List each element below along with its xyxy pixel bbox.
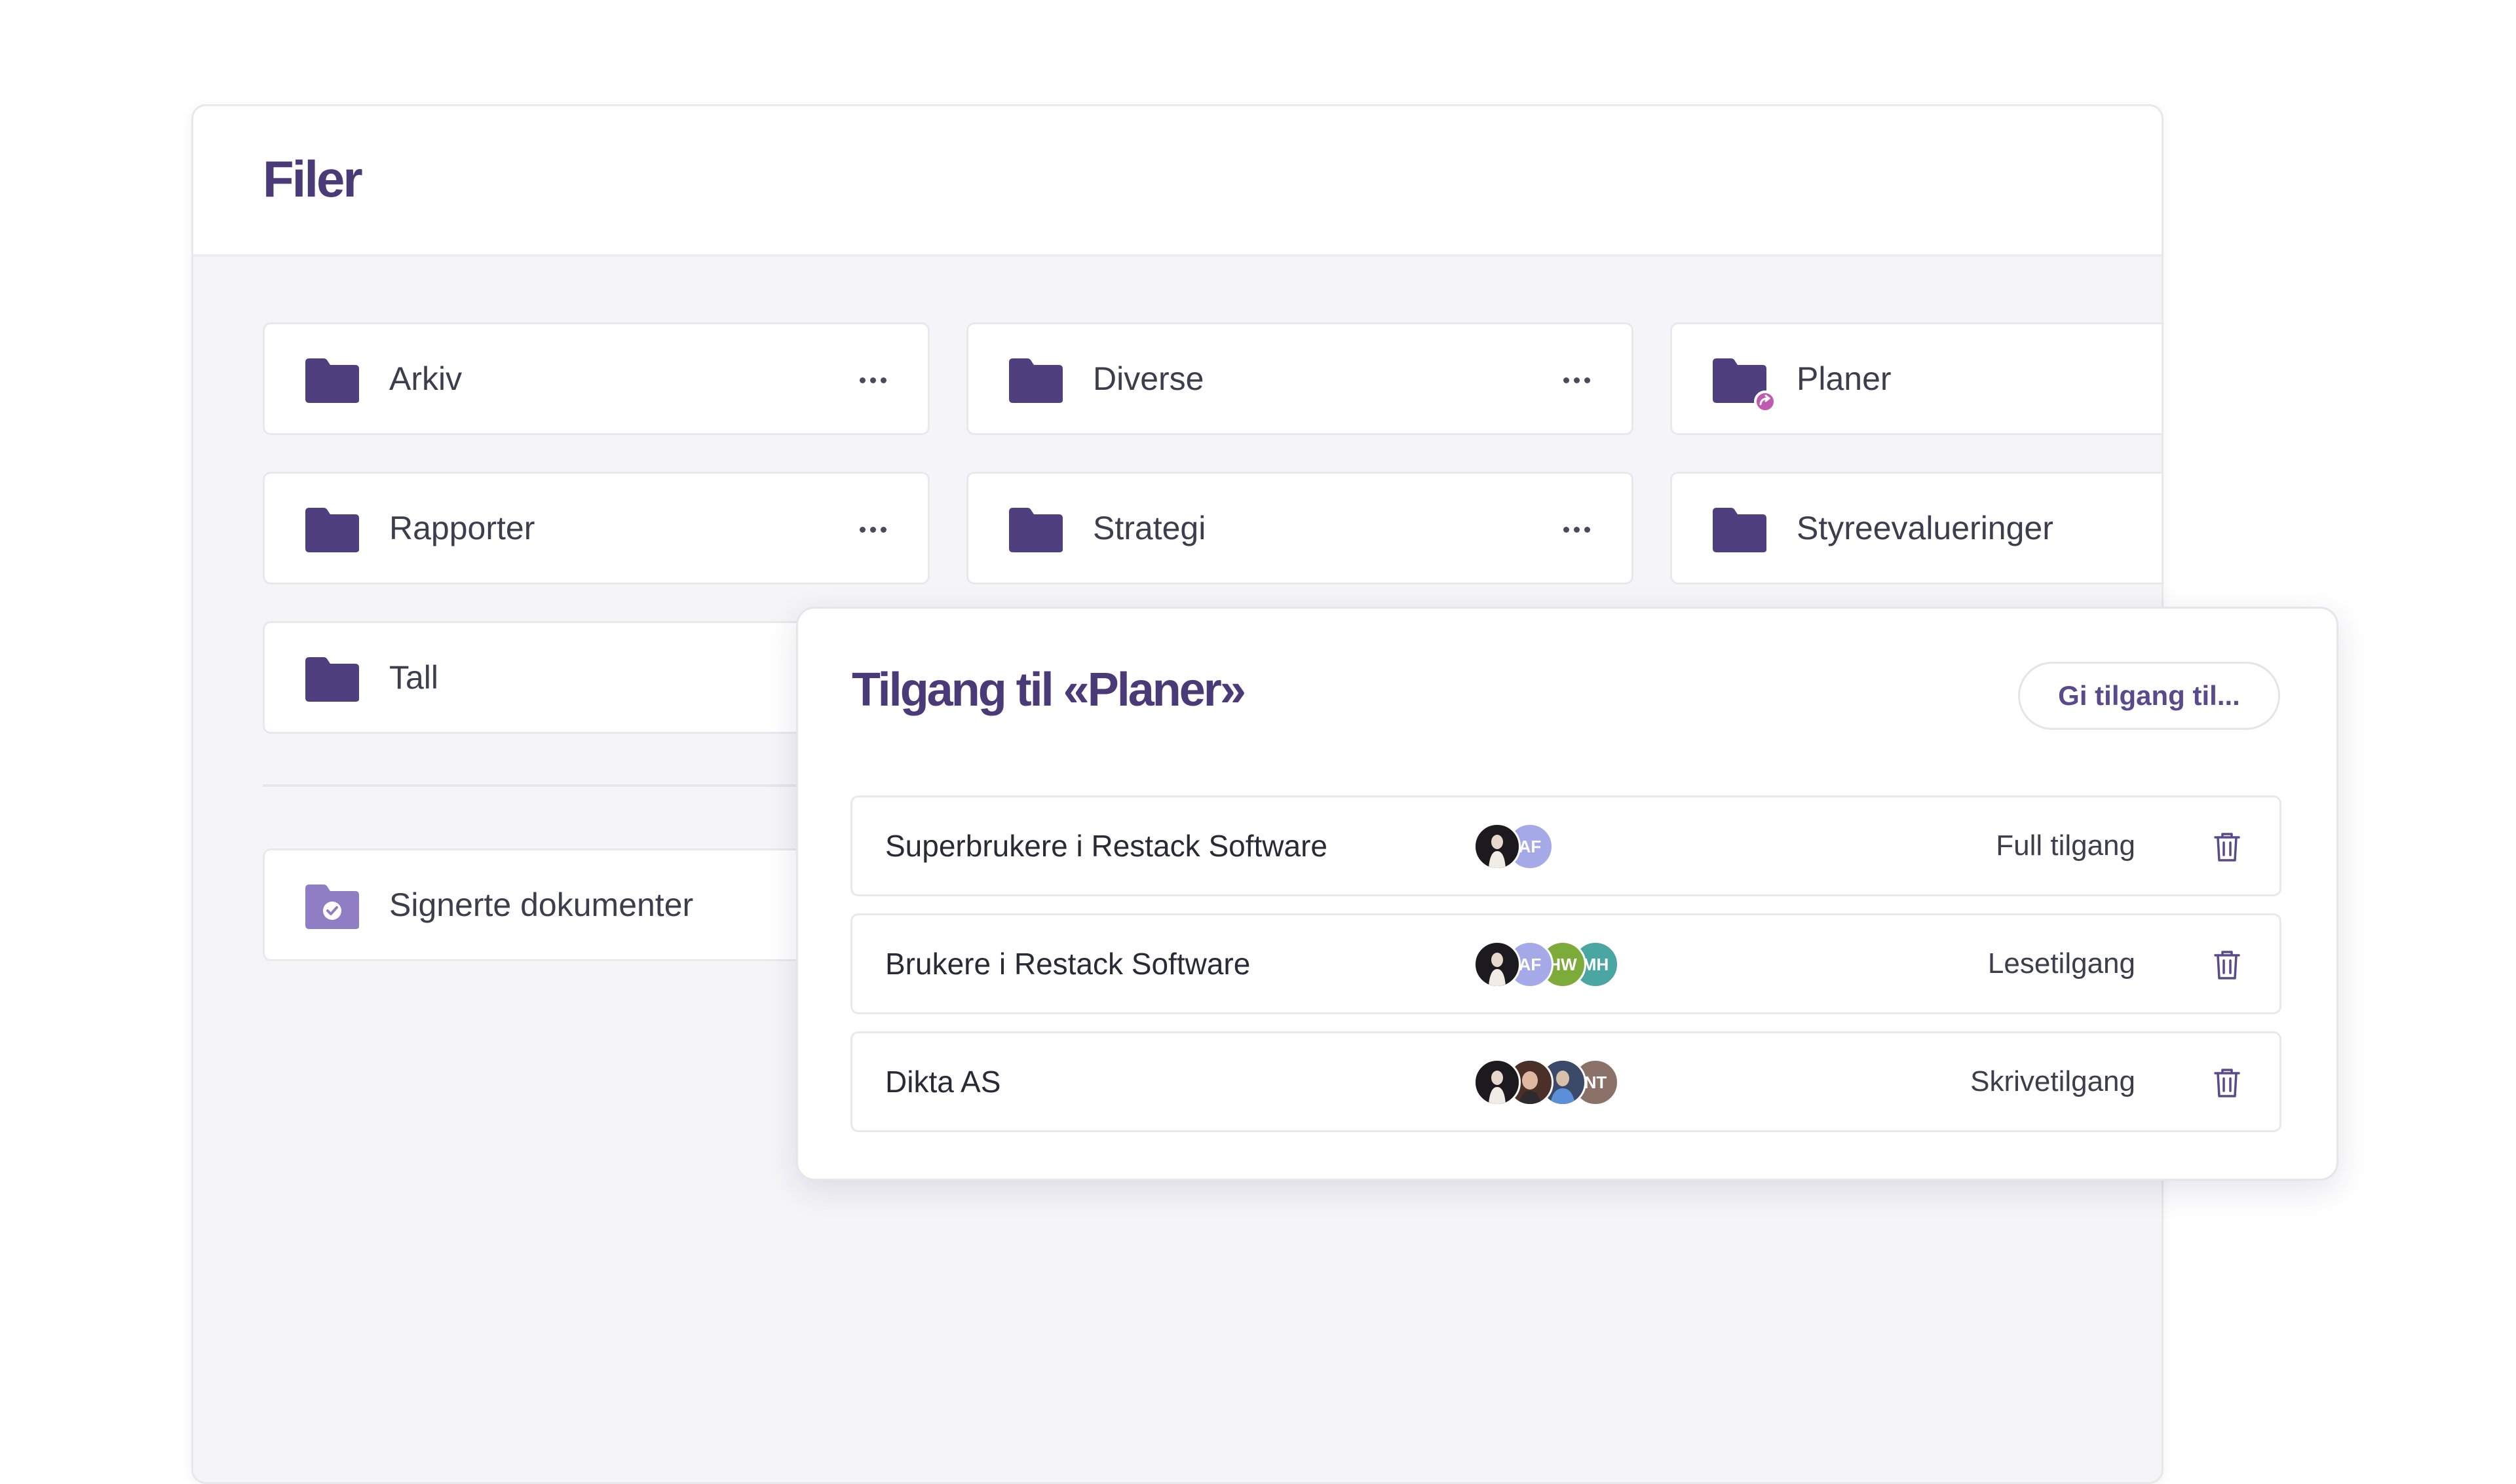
access-row[interactable]: Brukere i Restack Software MH HW AF Lese…	[850, 913, 2281, 1014]
group-name: Brukere i Restack Software	[885, 947, 1251, 981]
trash-icon[interactable]	[2213, 949, 2241, 981]
trash-icon[interactable]	[2213, 831, 2241, 863]
page-title: Filer	[263, 150, 363, 208]
folder-name: Arkiv	[389, 360, 463, 397]
folder-card-diverse[interactable]: Diverse	[966, 322, 1633, 435]
folder-icon	[1009, 358, 1063, 403]
access-row[interactable]: Dikta AS NT Skrivetilgang	[850, 1031, 2281, 1132]
folder-name: Tall	[389, 659, 439, 696]
more-options-icon[interactable]	[1553, 508, 1600, 551]
access-dialog: Tilgang til «Planer» Gi tilgang til... S…	[796, 607, 2338, 1181]
avatar	[1474, 941, 1521, 988]
folder-icon	[1009, 508, 1063, 552]
trash-icon[interactable]	[2213, 1067, 2241, 1099]
grant-access-button[interactable]: Gi tilgang til...	[2018, 662, 2280, 730]
shared-folder-icon	[1713, 358, 1776, 412]
folder-icon	[305, 657, 359, 702]
signed-folder-icon	[305, 885, 359, 929]
folder-name: Strategi	[1093, 510, 1206, 546]
more-options-icon[interactable]	[849, 358, 896, 402]
folder-name: Rapporter	[389, 510, 535, 546]
folder-name: Signerte dokumenter	[389, 886, 694, 923]
folder-card-arkiv[interactable]: Arkiv	[263, 322, 930, 435]
folder-icon	[305, 358, 359, 403]
avatar	[1474, 1059, 1521, 1106]
access-row[interactable]: Superbrukere i Restack Software AF Full …	[850, 795, 2281, 896]
group-name: Superbrukere i Restack Software	[885, 829, 1327, 863]
dialog-title: Tilgang til «Planer»	[852, 664, 1246, 716]
folder-card-planer[interactable]: Planer	[1670, 322, 2162, 435]
folder-icon	[1713, 508, 1766, 552]
avatar	[1474, 823, 1521, 870]
access-level[interactable]: Skrivetilgang	[1970, 1033, 2135, 1130]
group-name: Dikta AS	[885, 1065, 1001, 1099]
files-header: Filer	[193, 106, 2162, 257]
folder-name: Diverse	[1093, 360, 1204, 397]
more-options-icon[interactable]	[849, 508, 896, 551]
folder-icon	[305, 508, 359, 552]
access-level[interactable]: Lesetilgang	[1988, 915, 2135, 1012]
folder-card-strategi[interactable]: Strategi	[966, 472, 1633, 584]
folder-name: Styreevalueringer	[1797, 510, 2053, 546]
more-options-icon[interactable]	[1553, 358, 1600, 402]
folder-card-rapporter[interactable]: Rapporter	[263, 472, 930, 584]
access-level[interactable]: Full tilgang	[1996, 797, 2135, 894]
folder-name: Planer	[1797, 360, 1892, 397]
folder-card-styreevalueringer[interactable]: Styreevalueringer	[1670, 472, 2162, 584]
